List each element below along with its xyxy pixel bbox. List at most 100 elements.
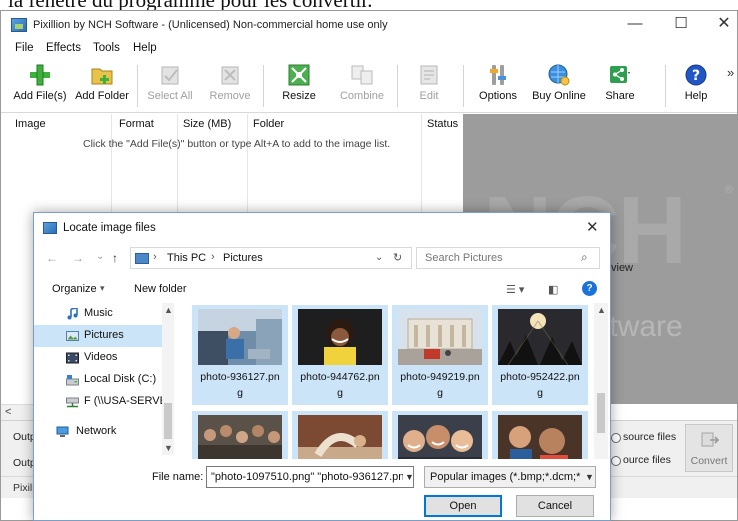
- menu-effects[interactable]: Effects: [46, 42, 81, 54]
- breadcrumb-pictures[interactable]: Pictures: [223, 252, 263, 264]
- up-arrow-icon[interactable]: ↑: [112, 251, 118, 265]
- dialog-command-bar: Organize ▾ New folder ☰ ▾ ◧ ?: [34, 277, 610, 301]
- forward-arrow-icon[interactable]: →: [72, 251, 84, 265]
- scroll-left-arrow-icon[interactable]: <: [5, 406, 11, 418]
- buy-online-label: Buy Online: [532, 90, 586, 102]
- column-folder[interactable]: Folder: [253, 118, 284, 130]
- buy-online-button[interactable]: Buy Online: [527, 61, 591, 111]
- edit-button[interactable]: Edit: [401, 61, 457, 111]
- change-view-icon[interactable]: ☰ ▾: [506, 283, 524, 296]
- source-files-radio[interactable]: [611, 433, 621, 443]
- nav-item-local-disk[interactable]: Local Disk (C:): [34, 369, 162, 391]
- column-image[interactable]: Image: [15, 118, 46, 130]
- file-type-dropdown-icon[interactable]: ▼: [583, 472, 594, 482]
- caption-text: la fenêtre du programme pour les convert…: [8, 0, 372, 10]
- toolbar-separator: [397, 65, 398, 107]
- add-files-button[interactable]: Add File(s): [11, 61, 69, 111]
- file-tile[interactable]: [292, 411, 388, 459]
- resize-icon: [288, 64, 310, 86]
- toolbar-separator: [463, 65, 464, 107]
- close-button[interactable]: ✕: [704, 13, 737, 37]
- title-bar[interactable]: Pixillion by NCH Software - (Unlicensed)…: [1, 11, 737, 39]
- share-icon: [610, 66, 630, 83]
- navigation-pane-scrollbar[interactable]: ▲ ▼: [162, 303, 174, 455]
- convert-label: Convert: [690, 455, 728, 467]
- nav-item-pictures[interactable]: Pictures: [34, 325, 162, 347]
- convert-button[interactable]: Convert: [685, 424, 733, 472]
- file-tile[interactable]: [192, 411, 288, 459]
- svg-text:?: ?: [692, 68, 700, 84]
- file-thumbnail: [198, 309, 282, 365]
- file-tile[interactable]: photo-952422.pn g: [492, 305, 588, 405]
- address-dropdown-icon[interactable]: ⌄: [375, 252, 383, 263]
- disk-icon: [66, 375, 79, 386]
- file-type-filter-value: Popular images (*.bmp;*.dcm;*: [430, 471, 581, 483]
- file-name-label: photo-944762.pn g: [300, 371, 380, 399]
- nav-item-network-drive[interactable]: F (\\USA-SERVEF: [34, 391, 174, 413]
- share-button[interactable]: Share: [595, 61, 645, 111]
- add-folder-button[interactable]: Add Folder: [71, 61, 133, 111]
- maximize-button[interactable]: ☐: [661, 13, 701, 37]
- resize-button[interactable]: Resize: [269, 61, 329, 111]
- file-tile[interactable]: [492, 411, 588, 459]
- options-button[interactable]: Options: [471, 61, 525, 111]
- column-size[interactable]: Size (MB): [183, 118, 231, 130]
- breadcrumb-separator: ›: [153, 251, 157, 263]
- edit-icon: [420, 65, 438, 85]
- combine-button[interactable]: Combine: [331, 61, 393, 111]
- nav-item-music[interactable]: Music: [34, 303, 162, 325]
- file-name-dropdown-icon[interactable]: ▼: [403, 472, 413, 482]
- menu-tools[interactable]: Tools: [93, 42, 120, 54]
- dialog-app-icon: [43, 222, 57, 234]
- file-tile[interactable]: photo-936127.pn g: [192, 305, 288, 405]
- refresh-icon[interactable]: ↻: [393, 251, 402, 264]
- file-name-input[interactable]: "photo-1097510.png" "photo-936127.pn ▼: [206, 466, 414, 488]
- help-button[interactable]: ? Help: [673, 61, 719, 111]
- search-pictures-input[interactable]: Search Pictures ⌕: [416, 247, 600, 269]
- network-drive-icon: [66, 397, 79, 408]
- search-placeholder: Search Pictures: [425, 252, 503, 264]
- scrollbar-thumb[interactable]: [597, 393, 605, 433]
- file-tile[interactable]: [392, 411, 488, 459]
- scroll-up-arrow-icon[interactable]: ▲: [164, 305, 173, 315]
- new-folder-button[interactable]: New folder: [134, 283, 187, 295]
- file-grid-scrollbar[interactable]: ▲: [594, 303, 608, 459]
- scrollbar-thumb[interactable]: [164, 403, 172, 439]
- dialog-close-button[interactable]: ✕: [586, 218, 599, 236]
- file-type-filter-select[interactable]: Popular images (*.bmp;*.dcm;* ▼: [424, 466, 596, 488]
- recent-locations-chevron-icon[interactable]: ⌄: [96, 251, 104, 262]
- preview-pane-icon[interactable]: ◧: [548, 283, 558, 296]
- scroll-down-arrow-icon[interactable]: ▼: [164, 443, 173, 453]
- file-tile[interactable]: photo-949219.pn g: [392, 305, 488, 405]
- menu-file[interactable]: File: [15, 42, 34, 54]
- select-all-button[interactable]: Select All: [141, 61, 199, 111]
- file-name-label: File name:: [152, 471, 204, 483]
- organize-menu[interactable]: Organize: [52, 283, 97, 295]
- open-button[interactable]: Open: [424, 495, 502, 517]
- cancel-button[interactable]: Cancel: [516, 495, 594, 517]
- dialog-help-icon[interactable]: ?: [582, 281, 597, 296]
- column-format[interactable]: Format: [119, 118, 154, 130]
- file-thumbnail-grid: photo-936127.pn g photo-944762.pn g photo-…: [184, 303, 592, 459]
- toolbar-overflow-button[interactable]: »: [727, 65, 734, 80]
- remove-button[interactable]: Remove: [201, 61, 259, 111]
- file-thumbnail: [298, 309, 382, 365]
- add-files-label: Add File(s): [13, 90, 67, 102]
- source-files-radio-2[interactable]: [611, 456, 621, 466]
- nav-item-network[interactable]: Network: [34, 421, 162, 443]
- menu-help[interactable]: Help: [133, 42, 157, 54]
- organize-dropdown-icon[interactable]: ▾: [100, 283, 105, 294]
- help-icon: ?: [685, 64, 707, 86]
- search-icon[interactable]: ⌕: [581, 250, 588, 265]
- address-bar[interactable]: › This PC › Pictures ⌄ ↻: [130, 247, 412, 269]
- this-pc-icon: [135, 253, 149, 264]
- minimize-button[interactable]: —: [615, 13, 655, 37]
- column-status[interactable]: Status: [427, 118, 458, 130]
- back-arrow-icon[interactable]: ←: [46, 251, 58, 265]
- nav-item-videos[interactable]: Videos: [34, 347, 162, 369]
- options-label: Options: [479, 90, 517, 102]
- add-folder-label: Add Folder: [75, 90, 129, 102]
- scroll-up-arrow-icon[interactable]: ▲: [597, 305, 606, 315]
- file-tile[interactable]: photo-944762.pn g: [292, 305, 388, 405]
- breadcrumb-this-pc[interactable]: This PC: [167, 252, 206, 264]
